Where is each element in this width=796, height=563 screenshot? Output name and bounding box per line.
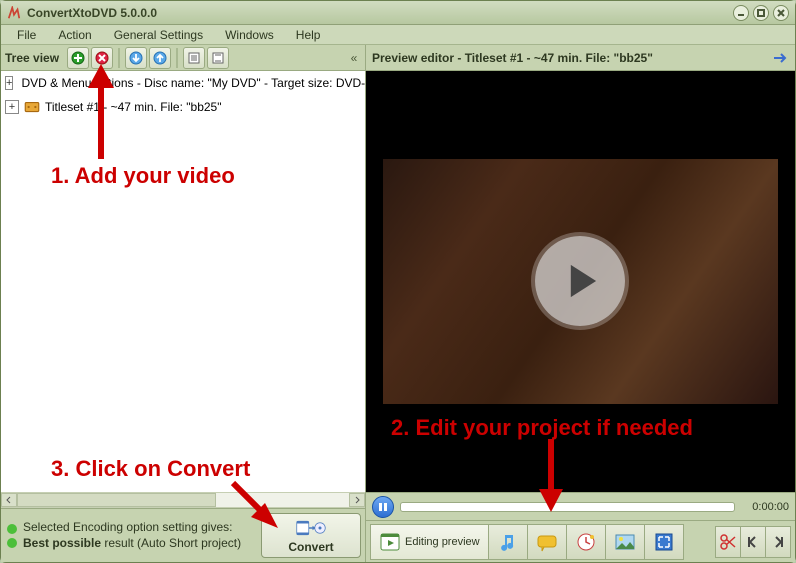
time-display: 0:00:00	[741, 501, 789, 513]
expand-toggle[interactable]: +	[5, 100, 19, 114]
mark-in-button[interactable]	[740, 526, 766, 558]
scroll-left-button[interactable]	[1, 493, 17, 507]
scroll-thumb[interactable]	[17, 493, 216, 507]
tab-subtitles[interactable]	[527, 524, 567, 560]
editor-tabs: Editing preview	[366, 520, 795, 562]
tab-image[interactable]	[605, 524, 645, 560]
app-icon	[7, 6, 21, 20]
image-icon	[614, 531, 636, 553]
plus-icon	[71, 51, 85, 65]
tree-row-titleset[interactable]: + Titleset #1 - ~47 min. File: "bb25"	[1, 95, 365, 119]
mark-in-icon	[747, 535, 759, 549]
close-button[interactable]	[773, 5, 789, 21]
convert-icon	[296, 518, 326, 538]
tree-node-label: Titleset #1 - ~47 min. File: "bb25"	[45, 100, 222, 114]
collapse-left-button[interactable]: «	[347, 51, 361, 65]
play-icon	[557, 258, 603, 304]
tab-editing-preview[interactable]: Editing preview	[370, 524, 489, 560]
menu-file[interactable]: File	[7, 26, 46, 44]
tree-row-dvd-options[interactable]: + DVD & Menu options - Disc name: "My DV…	[1, 71, 365, 95]
play-button[interactable]	[535, 236, 625, 326]
view-list-button[interactable]	[183, 47, 205, 69]
status-text: Selected Encoding option setting gives: …	[23, 520, 241, 551]
expand-icon	[653, 531, 675, 553]
tree-node-label: DVD & Menu options - Disc name: "My DVD"…	[21, 76, 365, 90]
next-title-button[interactable]	[771, 49, 789, 67]
add-button[interactable]	[67, 47, 89, 69]
window-buttons	[733, 5, 789, 21]
view-detail-button[interactable]	[207, 47, 229, 69]
subtitle-icon	[536, 531, 558, 553]
status-light-green	[7, 538, 17, 548]
tab-output[interactable]	[644, 524, 684, 560]
tab-audio[interactable]	[488, 524, 528, 560]
scissors-icon	[719, 533, 737, 551]
arrow-down-icon	[129, 51, 143, 65]
tree-view-label: Tree view	[5, 51, 59, 65]
detail-icon	[211, 51, 225, 65]
pause-icon	[378, 502, 388, 512]
maximize-button[interactable]	[753, 5, 769, 21]
menu-windows[interactable]: Windows	[215, 26, 284, 44]
preview-area	[366, 71, 795, 492]
main-split: Tree view «	[1, 45, 795, 562]
encoding-status: Selected Encoding option setting gives: …	[1, 509, 257, 562]
pause-button[interactable]	[372, 496, 394, 518]
scroll-track[interactable]	[17, 493, 349, 507]
scroll-right-button[interactable]	[349, 493, 365, 507]
left-pane: Tree view «	[1, 45, 366, 562]
tab-label: Editing preview	[405, 536, 480, 548]
menu-general-settings[interactable]: General Settings	[104, 26, 213, 44]
music-icon	[497, 531, 519, 553]
minimize-button[interactable]	[733, 5, 749, 21]
window-title: ConvertXtoDVD 5.0.0.0	[27, 6, 733, 20]
titlebar: ConvertXtoDVD 5.0.0.0	[1, 1, 795, 25]
clock-icon	[575, 531, 597, 553]
preview-titlebar: Preview editor - Titleset #1 - ~47 min. …	[366, 45, 795, 71]
mark-out-button[interactable]	[765, 526, 791, 558]
status-light-green	[7, 524, 17, 534]
expand-toggle[interactable]: +	[5, 76, 13, 90]
seek-bar[interactable]	[400, 502, 735, 512]
right-pane: Preview editor - Titleset #1 - ~47 min. …	[366, 45, 795, 562]
x-icon	[95, 51, 109, 65]
cut-buttons	[716, 526, 791, 558]
film-icon	[23, 99, 41, 115]
convert-button[interactable]: Convert	[261, 513, 361, 558]
convert-label: Convert	[288, 540, 333, 554]
list-icon	[187, 51, 201, 65]
menu-action[interactable]: Action	[48, 26, 101, 44]
menubar: File Action General Settings Windows Hel…	[1, 25, 795, 45]
playback-bar: 0:00:00	[366, 492, 795, 520]
move-up-button[interactable]	[149, 47, 171, 69]
left-footer: Selected Encoding option setting gives: …	[1, 508, 365, 562]
tab-chapters[interactable]	[566, 524, 606, 560]
separator	[118, 48, 120, 68]
arrow-up-icon	[153, 51, 167, 65]
tree-toolbar: Tree view «	[1, 45, 365, 71]
tree-h-scrollbar[interactable]	[1, 492, 365, 508]
status-lights	[7, 524, 17, 548]
mark-out-icon	[772, 535, 784, 549]
preview-icon	[379, 531, 401, 553]
remove-button[interactable]	[91, 47, 113, 69]
menu-help[interactable]: Help	[286, 26, 331, 44]
separator	[176, 48, 178, 68]
preview-title-text: Preview editor - Titleset #1 - ~47 min. …	[372, 51, 771, 65]
move-down-button[interactable]	[125, 47, 147, 69]
cut-button[interactable]	[715, 526, 741, 558]
video-frame[interactable]	[383, 159, 778, 403]
tree-view[interactable]: + DVD & Menu options - Disc name: "My DV…	[1, 71, 365, 492]
